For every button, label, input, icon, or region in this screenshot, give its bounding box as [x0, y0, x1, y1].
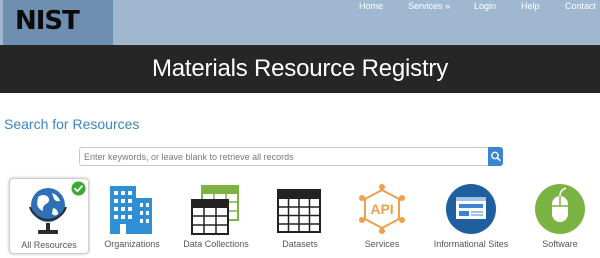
category-software[interactable]: Software	[520, 178, 600, 254]
logo-text: NIST	[15, 6, 80, 36]
title-banner: Materials Resource Registry	[0, 45, 600, 93]
search-input[interactable]	[79, 147, 488, 166]
category-services[interactable]: API Services	[342, 178, 422, 254]
globe-icon	[29, 188, 67, 234]
category-label: Datasets	[282, 239, 318, 249]
website-icon	[446, 184, 496, 234]
category-all-resources[interactable]: All Resources	[9, 178, 89, 254]
api-icon: API	[359, 184, 405, 234]
category-label: All Resources	[21, 240, 77, 250]
search-heading: Search for Resources	[4, 116, 140, 132]
check-badge-icon	[71, 181, 86, 196]
category-label: Software	[542, 239, 578, 249]
category-label: Informational Sites	[433, 239, 509, 249]
building-icon	[110, 186, 152, 234]
svg-text:API: API	[370, 201, 393, 217]
category-datasets[interactable]: Datasets	[260, 178, 340, 254]
category-organizations[interactable]: Organizations	[92, 178, 172, 254]
nav-help[interactable]: Help	[521, 1, 540, 11]
top-nav-bar: NIST Home Services » Login Help Contact	[0, 0, 600, 45]
search-button[interactable]	[488, 147, 503, 166]
category-label: Data Collections	[183, 239, 249, 249]
data-collections-icon	[191, 185, 239, 235]
nist-logo[interactable]: NIST	[3, 0, 113, 45]
category-label: Organizations	[104, 239, 160, 249]
dataset-grid-icon	[277, 189, 321, 233]
search-icon	[491, 151, 501, 162]
category-data-collections[interactable]: Data Collections	[176, 178, 256, 254]
page-title: Materials Resource Registry	[151, 55, 449, 82]
nav-contact[interactable]: Contact	[565, 1, 596, 11]
mouse-icon	[535, 184, 585, 234]
category-label: Services	[364, 239, 400, 249]
nav-login[interactable]: Login	[474, 1, 496, 11]
search-bar	[79, 147, 503, 166]
nav-home[interactable]: Home	[359, 1, 383, 11]
category-informational-sites[interactable]: Informational Sites	[431, 178, 511, 254]
nav-services[interactable]: Services »	[408, 1, 450, 11]
